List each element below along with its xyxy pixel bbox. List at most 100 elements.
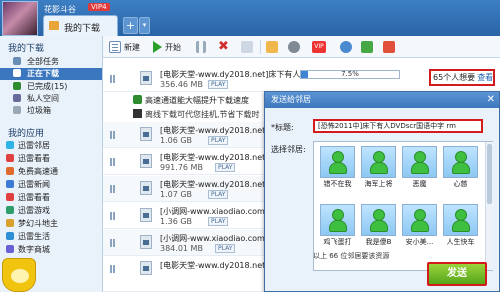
play-button[interactable]: PLAY — [215, 244, 236, 253]
table-row[interactable]: [电影天堂-www.dy2018.net]床下有人DV... 356.46 MB… — [103, 66, 500, 92]
pause-button[interactable] — [196, 40, 206, 54]
delete-button[interactable]: ✖ — [218, 40, 229, 54]
sidebar-app-landlord[interactable]: 梦幻斗地主 — [0, 218, 102, 230]
stop-button[interactable] — [241, 40, 253, 54]
friend-item[interactable]: 我是傻B — [360, 204, 397, 249]
offline-hint-text: 离线下载可代您挂机,节省下载时 — [145, 110, 260, 119]
sidebar-app-life[interactable]: 迅雷生活 — [0, 231, 102, 243]
settings-button[interactable] — [288, 40, 300, 54]
file-name[interactable]: [电影天堂-www.dy2018.net]非 — [160, 260, 276, 271]
friend-avatar — [320, 204, 355, 236]
file-name[interactable]: [电影天堂-www.dy2018.net]死 — [160, 125, 276, 136]
want-count[interactable]: 65个人想要 查看 — [429, 69, 495, 86]
friend-name: 海军上将 — [364, 180, 393, 188]
play-button[interactable]: PLAY — [208, 190, 229, 199]
play-button[interactable]: PLAY — [215, 163, 236, 172]
pause-icon[interactable] — [110, 239, 115, 247]
title-field[interactable]: [恐怖2011中]床下有人DVDscr国语中字 rm — [313, 119, 483, 133]
pause-icon[interactable] — [110, 265, 115, 273]
share-dialog: 发送给邻居 ✕ *标题: [恐怖2011中]床下有人DVDscr国语中字 rm … — [264, 91, 500, 292]
friends-field-label: 选择邻居: — [271, 145, 306, 154]
sidebar-item-downloading[interactable]: 正在下载 — [0, 68, 102, 80]
pause-icon[interactable] — [110, 185, 115, 193]
search-button[interactable] — [340, 40, 352, 54]
vip-button[interactable]: VIP — [312, 40, 326, 54]
username[interactable]: 花影斗谷 — [44, 4, 76, 15]
friend-item[interactable]: 错不在我 — [319, 146, 356, 191]
mascot-icon[interactable] — [2, 258, 36, 292]
sidebar-app-kankan[interactable]: 迅雷看看 — [0, 153, 102, 165]
sidebar-item-label: 免费高速通 — [18, 167, 58, 176]
file-size: 356.46 MB — [160, 80, 203, 89]
start-button[interactable]: 开始 — [153, 40, 181, 54]
pause-icon[interactable] — [110, 75, 115, 83]
sidebar-item-all-tasks[interactable]: 全部任务 — [0, 56, 102, 68]
new-button-label: 新建 — [124, 42, 140, 52]
friend-name: 错不在我 — [323, 180, 352, 188]
pause-icon[interactable] — [110, 131, 115, 139]
sidebar-app-games[interactable]: 迅雷游戏 — [0, 205, 102, 217]
send-button[interactable]: 发送 — [427, 262, 487, 286]
title-bar: 花影斗谷 VIP4 我的下载 + ▾ — [0, 0, 500, 36]
sidebar-item-trash[interactable]: 垃圾箱 — [0, 105, 102, 117]
offline-hint[interactable]: 离线下载可代您挂机,节省下载时 — [133, 109, 260, 120]
sidebar-item-label: 迅雷看看 — [18, 193, 50, 202]
pause-icon[interactable] — [110, 212, 115, 220]
sidebar-app-neighbors[interactable]: 迅雷邻居 — [0, 140, 102, 152]
buddy-icon — [451, 151, 471, 175]
sidebar-app-kankan-2[interactable]: 迅雷看看 — [0, 192, 102, 204]
tab-menu-button[interactable]: ▾ — [139, 17, 150, 34]
sidebar-app-free-speed[interactable]: 免费高速通 — [0, 166, 102, 178]
file-name[interactable]: [电影天堂-www.dy2018.net]聚 — [160, 179, 276, 190]
friend-item[interactable]: 心慈 — [442, 146, 479, 191]
play-button[interactable]: PLAY — [208, 80, 229, 89]
sidebar-item-label: 梦幻斗地主 — [18, 219, 58, 228]
toolbar: 新建 开始 ✖ VIP — [103, 36, 500, 58]
new-button[interactable]: 新建 — [109, 40, 140, 54]
sidebar-app-news[interactable]: 迅雷新闻 — [0, 179, 102, 191]
play-button[interactable]: PLAY — [208, 136, 229, 145]
friend-avatar — [361, 146, 396, 178]
friend-item[interactable]: 海军上将 — [360, 146, 397, 191]
scrollbar-thumb[interactable] — [487, 144, 492, 204]
mascot-face — [11, 269, 29, 283]
sidebar-item-private-space[interactable]: 私人空间 — [0, 93, 102, 105]
search-icon — [340, 41, 352, 53]
download-progress: 7.5% — [300, 70, 400, 79]
speed-note[interactable]: 高速通道能大幅提升下载速度 — [133, 95, 249, 106]
friend-item[interactable]: 安小美... — [401, 204, 438, 249]
promo-button[interactable] — [383, 40, 395, 54]
friend-name: 心慈 — [453, 180, 468, 188]
avatar[interactable] — [2, 1, 38, 36]
file-icon — [140, 181, 152, 195]
file-name[interactable]: [电影天堂-www.dy2018.net]火 — [160, 152, 276, 163]
buddy-icon — [369, 151, 389, 175]
vip-icon: VIP — [312, 41, 326, 53]
pause-icon[interactable] — [110, 158, 115, 166]
new-file-icon — [109, 41, 121, 53]
plugin-button[interactable] — [361, 40, 373, 54]
buddy-icon — [410, 151, 430, 175]
close-icon[interactable]: ✕ — [487, 93, 495, 107]
friend-item[interactable]: 鸡飞蛋打 — [319, 204, 356, 249]
file-icon — [140, 208, 152, 222]
toolbar-divider — [260, 40, 261, 54]
file-size: 384.01 MB — [160, 244, 203, 253]
sidebar-app-mall[interactable]: 数字商城 — [0, 244, 102, 256]
play-button[interactable]: PLAY — [208, 217, 229, 226]
friends-scrollbar[interactable] — [485, 142, 493, 270]
file-icon — [140, 261, 152, 275]
add-tab-button[interactable]: + — [123, 17, 138, 34]
friend-item[interactable]: 恶魔 — [401, 146, 438, 191]
view-link[interactable]: 查看 — [477, 73, 493, 82]
friend-name: 我是傻B — [365, 238, 392, 246]
open-folder-button[interactable] — [266, 40, 278, 54]
vip-badge[interactable]: VIP4 — [88, 3, 110, 11]
file-name[interactable]: [电影天堂-www.dy2018.net]床下有人DV... — [160, 69, 319, 80]
friend-avatar — [443, 204, 478, 236]
sidebar-item-completed[interactable]: 已完成(15) — [0, 81, 102, 93]
tab-my-downloads[interactable]: 我的下载 — [43, 15, 118, 36]
sidebar-item-label: 全部任务 — [27, 57, 59, 66]
friend-item[interactable]: 人生快车 — [442, 204, 479, 249]
tab-label: 我的下载 — [64, 24, 101, 34]
